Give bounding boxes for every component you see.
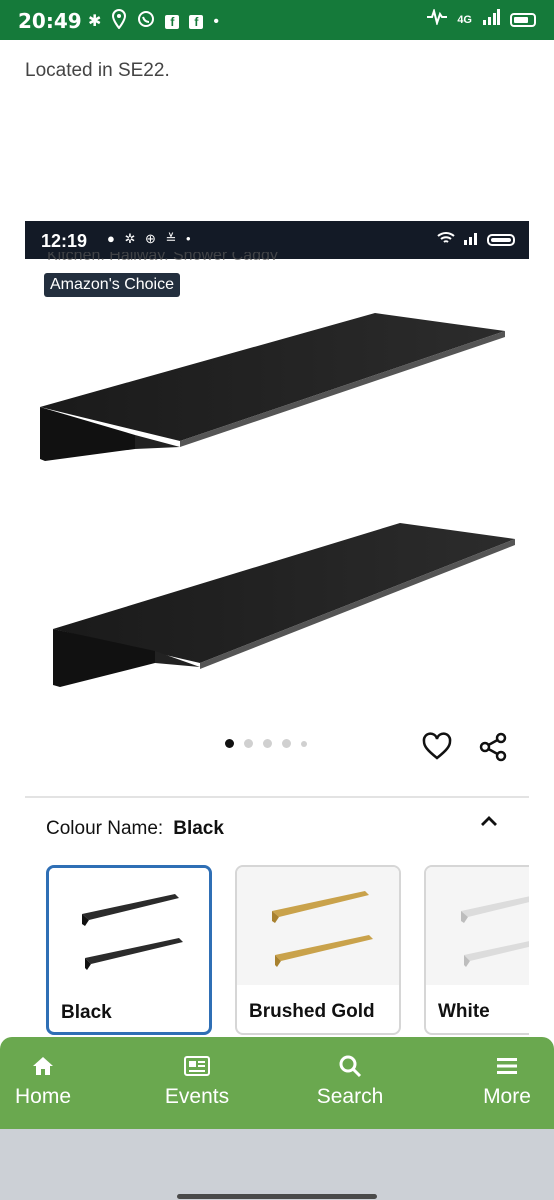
status-time: 20:49 [18, 9, 82, 33]
colour-name-row: Colour Name: Black [46, 818, 224, 840]
carousel-indicator[interactable] [225, 739, 307, 748]
nav-label: Search [316, 1085, 384, 1108]
embedded-screenshot[interactable]: 12:19 ● ✲ ⊕ ≚ • Kitchen, Hallway, Shower… [25, 221, 529, 1037]
nav-home[interactable]: Home [10, 1053, 76, 1109]
home-indicator[interactable] [177, 1194, 377, 1199]
bluetooth-icon: ✱ [88, 12, 102, 30]
network-type: 4G [457, 13, 472, 26]
activity-icon [427, 7, 448, 30]
colour-value: Black [173, 818, 224, 839]
battery-icon [510, 12, 536, 27]
bottom-navigation: Home Events Search More [0, 1037, 554, 1129]
swatch-label: Brushed Gold [249, 1001, 375, 1022]
signal-icon [463, 231, 479, 248]
wifi-icon [437, 231, 455, 248]
swatch-brushed-gold[interactable]: Brushed Gold [235, 865, 401, 1035]
embedded-status-time: 12:19 [41, 231, 88, 251]
swatch-white[interactable]: White [424, 865, 529, 1035]
facebook-icon: f [165, 14, 180, 29]
colour-label: Colour Name: [46, 818, 164, 839]
swatch-label: White [438, 1001, 490, 1022]
carousel-dot[interactable] [282, 739, 291, 748]
carousel-dot[interactable] [301, 740, 307, 747]
location-pin-icon [111, 8, 127, 34]
nav-label: More [483, 1085, 531, 1108]
heart-icon[interactable] [421, 731, 453, 763]
facebook-icon: f [189, 14, 204, 29]
signal-icon [482, 9, 500, 30]
home-icon [33, 1057, 53, 1075]
product-image[interactable] [25, 301, 529, 711]
whatsapp-icon [137, 10, 155, 33]
chevron-up-icon[interactable] [477, 809, 501, 833]
divider [25, 796, 529, 798]
nav-events[interactable]: Events [160, 1053, 234, 1109]
notification-icons: ● ✲ ⊕ ≚ • [107, 231, 194, 246]
status-bar: 20:49 ✱ f f • 4G [0, 0, 554, 40]
nav-label: Events [164, 1085, 230, 1108]
swatch-label: Black [61, 1002, 112, 1023]
dot-icon: • [213, 12, 220, 30]
nav-more[interactable]: More [476, 1053, 538, 1109]
carousel-dot[interactable] [244, 739, 253, 748]
newspaper-icon [184, 1056, 210, 1076]
swatch-image [49, 868, 209, 986]
battery-icon [487, 233, 515, 246]
swatch-image [426, 867, 529, 985]
cut-off-title: Kitchen, Hallway, Shower Caddy [47, 252, 278, 260]
system-gesture-area [0, 1129, 554, 1200]
swatch-black[interactable]: Black [46, 865, 212, 1035]
share-icon[interactable] [477, 731, 509, 763]
carousel-dot[interactable] [225, 739, 234, 748]
nav-search[interactable]: Search [312, 1053, 388, 1109]
menu-icon [497, 1058, 517, 1074]
search-icon [339, 1055, 362, 1078]
swatch-image [237, 867, 399, 985]
carousel-dot[interactable] [263, 739, 272, 748]
amazons-choice-badge: Amazon's Choice [44, 273, 180, 297]
location-text: Located in SE22. [25, 60, 170, 81]
nav-label: Home [14, 1085, 72, 1108]
